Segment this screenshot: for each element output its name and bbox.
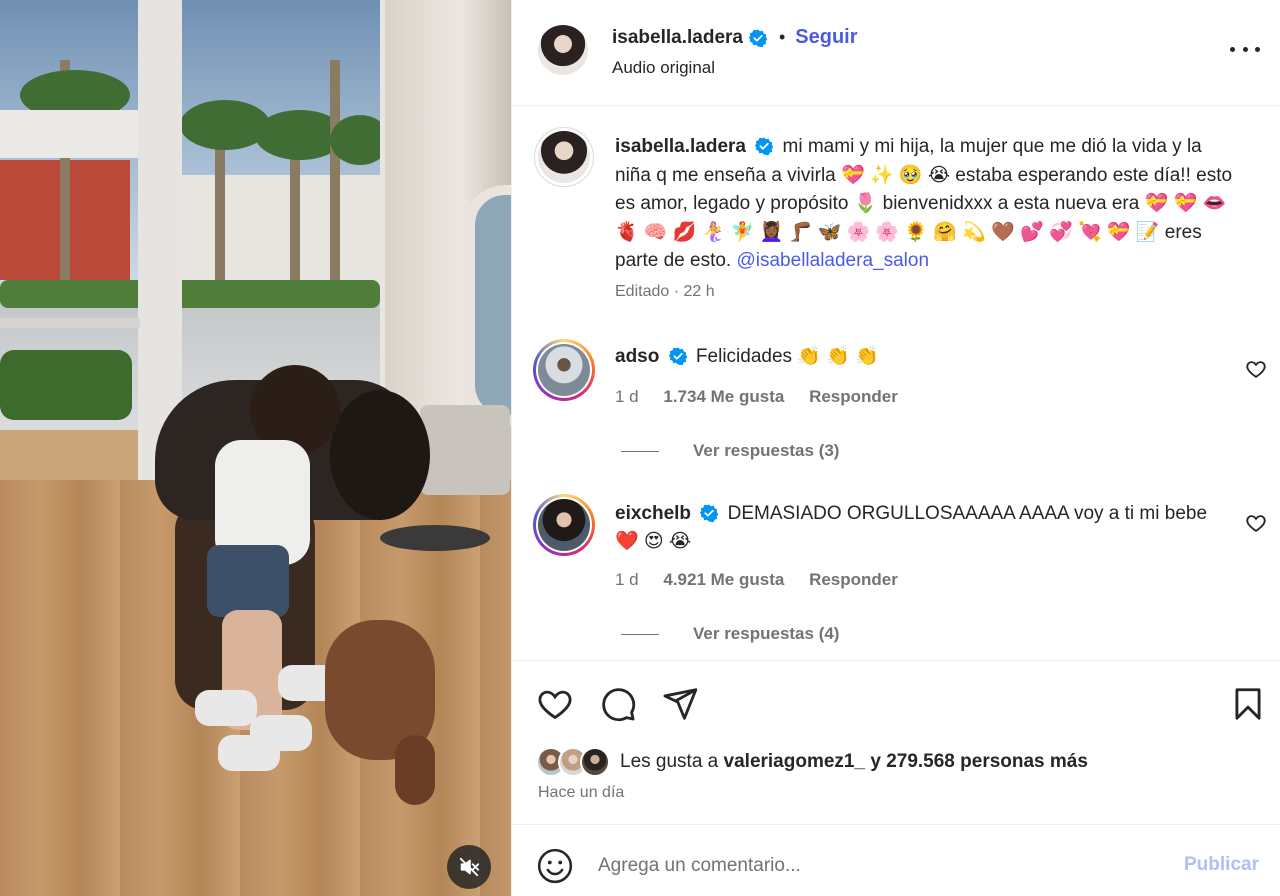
comment-input[interactable] [598,848,1158,884]
comment-age: 1 d [615,387,639,406]
emoji-picker-icon[interactable] [536,847,574,885]
video-scene-hedge [0,350,132,420]
liker-avatar[interactable] [580,747,610,777]
video-scene-building [182,175,382,285]
more-dot [1230,46,1235,52]
comment-avatar-story-ring[interactable] [533,494,595,556]
like-comment-heart-icon[interactable] [1245,512,1267,534]
video-scene-salon-chair [380,525,490,551]
publish-button[interactable]: Publicar [1184,854,1259,876]
verified-badge-icon [668,347,687,365]
view-replies-label: Ver respuestas (3) [693,441,840,460]
comment-meta: 1 d 4.921 Me gusta Responder [615,570,898,590]
comment-like-count[interactable]: 4.921 Me gusta [663,570,784,589]
video-scene-salon-chair [420,405,510,495]
video-scene-hedge [0,280,380,308]
video-scene-girl [207,545,289,617]
comment-text-block: adso Felicidades 👏 👏 👏 [615,343,1225,371]
comment-bubble-icon[interactable] [599,685,637,723]
video-scene-shoe [195,690,257,726]
comment-avatar-story-ring[interactable] [533,339,595,401]
comment-reply-button[interactable]: Responder [809,387,898,406]
caption-edited-timestamp: Editado · 22 h [615,283,715,300]
verified-badge-icon [748,28,767,47]
liked-by-username[interactable]: valeriagomez1_ [724,751,866,772]
comment-age: 1 d [615,570,639,589]
view-replies-button[interactable]: Ver respuestas (3) [621,441,839,461]
author-username[interactable]: isabella.ladera [612,27,743,49]
replies-divider-line [621,450,659,452]
video-scene-palm [215,130,225,280]
caption-mention-link[interactable]: @isabellaladera_salon [736,250,929,271]
author-line: isabella.ladera • Seguir [612,26,858,49]
post-header: isabella.ladera • Seguir Audio original [512,0,1280,106]
replies-divider-line [621,633,659,635]
like-heart-icon[interactable] [536,685,574,723]
comment-like-count[interactable]: 1.734 Me gusta [663,387,784,406]
video-scene-mirror [465,185,511,425]
comment-username[interactable]: adso [615,346,659,367]
comment-username[interactable]: eixchelb [615,503,691,524]
follow-button[interactable]: Seguir [795,26,857,49]
speaker-muted-icon [459,857,480,877]
post-video[interactable] [0,0,511,896]
comment-body: Felicidades 👏 👏 👏 [695,346,879,367]
comment-avatar [538,499,590,551]
video-scene-dog [395,735,435,805]
comment-text-block: eixchelb DEMASIADO ORGULLOSAAAAA AAAA vo… [615,500,1225,556]
post-details-panel: isabella.ladera • Seguir Audio original … [511,0,1280,896]
video-scene-palm [290,140,300,280]
verified-badge-icon [755,137,774,155]
video-scene-shoe [250,715,312,751]
add-comment-bar: Publicar [512,826,1280,896]
caption-avatar-image [538,131,590,183]
verified-badge-icon [700,504,719,522]
caption-text-block: isabella.ladera mi mami y mi hija, la mu… [615,133,1235,276]
liked-by-others-count[interactable]: y 279.568 personas más [870,751,1088,772]
comment-meta: 1 d 1.734 Me gusta Responder [615,387,898,407]
view-replies-button[interactable]: Ver respuestas (4) [621,624,839,644]
more-options-icon[interactable] [1230,38,1260,60]
more-dot [1242,46,1248,52]
save-bookmark-icon[interactable] [1229,685,1267,723]
share-send-icon[interactable] [661,685,699,723]
view-replies-label: Ver respuestas (4) [693,624,840,643]
author-avatar[interactable] [538,25,588,75]
comment-reply-button[interactable]: Responder [809,570,898,589]
separator-dot: • [778,27,786,47]
comment-avatar-border [536,342,592,398]
liked-by-row: Les gusta a valeriagomez1_ y 279.568 per… [536,747,1088,777]
more-dot [1255,46,1260,52]
liked-by-text: Les gusta a valeriagomez1_ y 279.568 per… [620,751,1088,773]
audio-label[interactable]: Audio original [612,58,715,78]
video-scene-door-frame [0,318,140,328]
comment-avatar-border [536,497,592,553]
comment-avatar [538,344,590,396]
like-comment-heart-icon[interactable] [1245,358,1267,380]
mute-toggle-button[interactable] [447,845,491,889]
caption-author-avatar[interactable] [534,127,594,187]
liked-by-prefix: Les gusta a [620,751,719,772]
video-scene-woman [330,390,430,520]
post-date[interactable]: Hace un día [538,784,624,802]
caption-author-username[interactable]: isabella.ladera [615,136,746,157]
post-actions-section: Les gusta a valeriagomez1_ y 279.568 per… [512,660,1280,825]
